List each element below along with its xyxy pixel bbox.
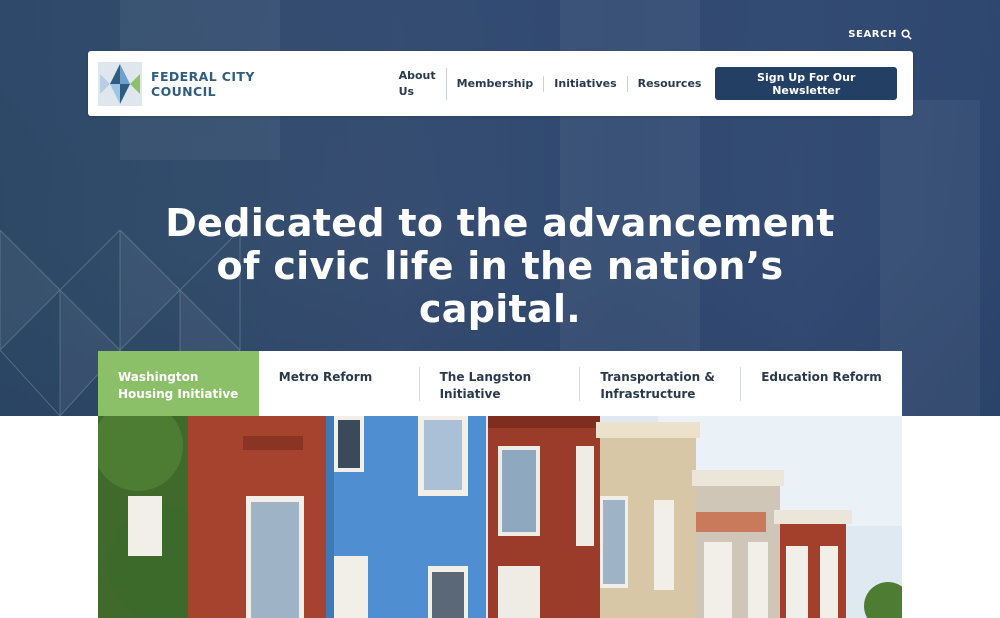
rowhouses-photo: [98, 416, 902, 618]
tab-label-line: Infrastructure: [600, 387, 696, 401]
site-header: FEDERAL CITY COUNCIL About Us Membership…: [88, 51, 913, 116]
tab-label-line: Education Reform: [761, 370, 882, 384]
logo-line: COUNCIL: [151, 83, 217, 99]
nav-about-us[interactable]: About Us: [389, 67, 447, 100]
main-nav: About Us Membership Initiatives Resource…: [389, 67, 712, 100]
tab-label-line: Metro Reform: [278, 370, 373, 384]
hero-headline-line: of civic life in the nation’s: [216, 244, 784, 288]
tab-langston-initiative[interactable]: The Langston Initiative: [420, 351, 581, 416]
rowhouses-illustration: [98, 416, 902, 618]
site-logo[interactable]: FEDERAL CITY COUNCIL: [98, 61, 389, 106]
nav-initiatives[interactable]: Initiatives: [544, 75, 628, 92]
hero-headline-line: Dedicated to the advancement: [165, 201, 835, 245]
tab-label-line: Initiative: [439, 387, 501, 401]
tab-education-reform[interactable]: Education Reform: [741, 351, 902, 416]
tab-washington-housing-initiative[interactable]: Washington Housing Initiative: [98, 351, 259, 416]
tab-label-line: Transportation &: [600, 370, 715, 384]
logo-text: FEDERAL CITY COUNCIL: [151, 69, 255, 99]
fcc-logo-mark-icon: [98, 61, 142, 106]
logo-line: FEDERAL CITY: [151, 68, 255, 84]
hero-headline-line: capital.: [418, 287, 582, 331]
tab-label-line: The Langston: [439, 370, 532, 384]
tab-transportation-infrastructure[interactable]: Transportation & Infrastructure: [580, 351, 741, 416]
nav-membership[interactable]: Membership: [447, 75, 545, 92]
newsletter-signup-button[interactable]: Sign Up For Our Newsletter: [715, 67, 897, 100]
tab-label-line: Washington: [118, 370, 199, 384]
nav-resources[interactable]: Resources: [628, 76, 712, 92]
search-icon: [901, 29, 912, 40]
initiative-tabs: Washington Housing Initiative Metro Refo…: [98, 351, 902, 416]
search-link[interactable]: SEARCH: [848, 29, 912, 40]
search-label: SEARCH: [848, 29, 897, 40]
hero-headline: Dedicated to the advancement of civic li…: [150, 202, 850, 331]
tab-label-line: Housing Initiative: [118, 387, 239, 401]
tab-metro-reform[interactable]: Metro Reform: [259, 351, 420, 416]
